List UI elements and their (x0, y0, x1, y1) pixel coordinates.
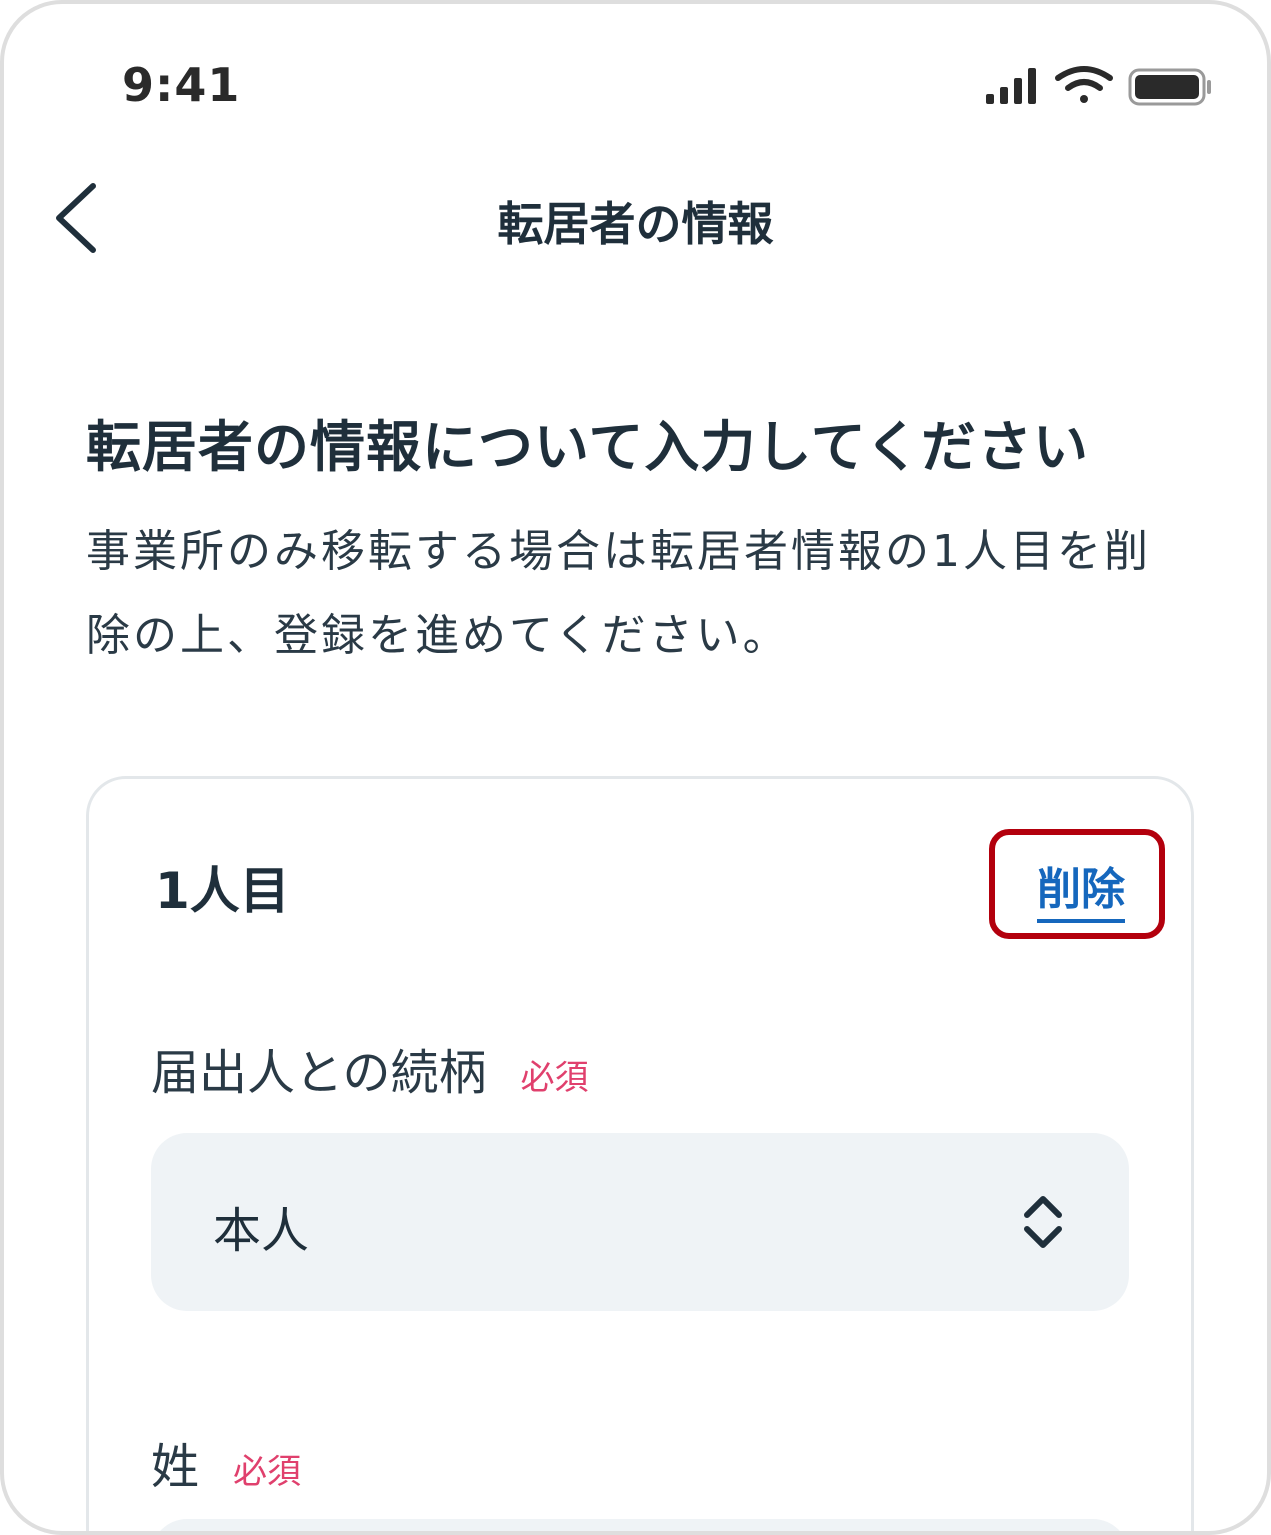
signal-icon (986, 68, 1036, 104)
required-badge: 必須 (233, 1452, 302, 1492)
delete-person-button[interactable]: 削除 (1037, 853, 1125, 923)
status-time: 9:41 (122, 58, 241, 112)
relation-select[interactable]: 本人 (151, 1133, 1129, 1311)
relation-label-text: 届出人との続柄 (151, 1045, 487, 1101)
page-title: 転居者の情報 (497, 197, 774, 251)
person-label: 1人目 (155, 862, 290, 920)
relation-field-label: 届出人との続柄 必須 (151, 1033, 589, 1103)
battery-icon (1128, 68, 1211, 106)
relation-select-value: 本人 (213, 1203, 310, 1259)
surname-label-text: 姓 (151, 1439, 200, 1495)
status-icons (986, 66, 1211, 106)
wifi-icon (1055, 66, 1113, 103)
person-card: 1人目 削除 届出人との続柄 必須 本人 姓 必須 (86, 776, 1194, 1531)
surname-field-label: 姓 必須 (151, 1427, 301, 1497)
phone-screen: 9:41 転居者の情報 転居者の情報について入力してください 事業所のみ移転する… (0, 0, 1271, 1535)
chevron-up-down-icon (1024, 1196, 1062, 1248)
required-badge: 必須 (520, 1058, 589, 1098)
section-description: 事業所のみ移転する場合は転居者情報の1人目を削除の上、登録を進めてください。 (86, 526, 1151, 661)
section-heading: 転居者の情報について入力してください (86, 415, 1090, 479)
